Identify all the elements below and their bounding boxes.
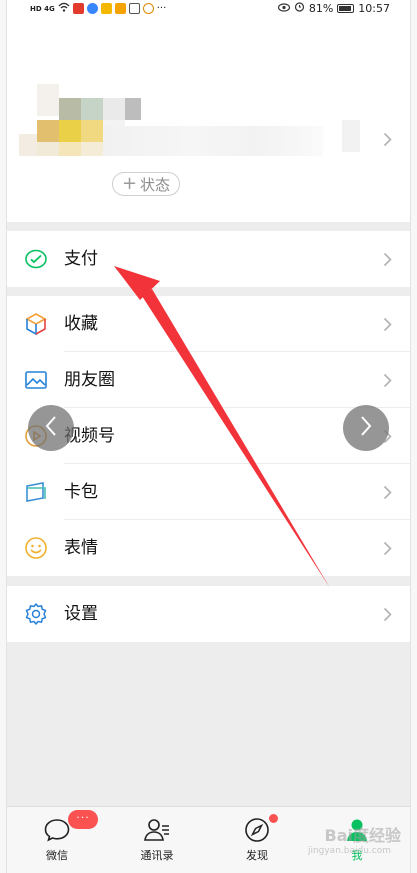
chevron-right-icon	[383, 317, 392, 332]
add-status-button[interactable]: + 状态	[112, 172, 180, 196]
next-image-button[interactable]	[343, 405, 389, 451]
status-bar: HD 4G ··· 81% 10:57	[7, 0, 410, 16]
chevron-right-icon	[383, 485, 392, 500]
alarm-icon	[294, 1, 305, 15]
chevron-right-icon	[383, 252, 392, 267]
menu-group-settings: 设置	[7, 586, 410, 642]
watermark-url: jingyan.baidu.com	[307, 846, 391, 856]
menu-item-card-wallet[interactable]: 卡包	[7, 464, 410, 520]
more-notifications-icon: ···	[156, 3, 167, 14]
chevron-right-icon	[383, 373, 392, 388]
menu-item-favorites[interactable]: 收藏	[7, 296, 410, 352]
sticker-smile-icon	[24, 536, 48, 560]
menu-item-label: 设置	[64, 604, 98, 624]
profile-header[interactable]: + 状态	[7, 16, 410, 222]
tab-chats[interactable]: ··· 微信	[17, 807, 98, 873]
tab-label: 通讯录	[140, 849, 174, 862]
app-notification-icon	[128, 3, 140, 14]
screenshot-frame-right	[410, 0, 417, 873]
eye-icon	[277, 2, 290, 15]
tab-discover[interactable]: 发现	[217, 807, 297, 873]
chevron-right-icon	[383, 607, 392, 622]
wechat-pay-icon	[24, 247, 48, 271]
discover-red-dot	[269, 814, 278, 823]
app-notification-icon	[86, 3, 98, 14]
tab-contacts[interactable]: 通讯录	[117, 807, 197, 873]
contacts-icon	[143, 816, 171, 844]
clock: 10:57	[358, 1, 390, 15]
chat-bubble-icon	[43, 816, 71, 844]
menu-item-label: 卡包	[64, 482, 98, 502]
moments-photo-icon	[24, 368, 48, 392]
menu-item-settings[interactable]: 设置	[7, 586, 410, 642]
menu-item-label: 收藏	[64, 314, 98, 334]
card-wallet-icon	[24, 480, 48, 504]
profile-chevron-right-icon	[383, 132, 392, 147]
menu-item-label: 表情	[64, 538, 98, 558]
wifi-icon	[58, 2, 70, 15]
status-icons-right: 81% 10:57	[277, 1, 390, 15]
menu-group-pay: 支付	[7, 231, 410, 287]
menu-item-label: 朋友圈	[64, 370, 115, 390]
battery-icon	[337, 3, 355, 13]
menu-item-stickers[interactable]: 表情	[7, 520, 410, 576]
battery-percent: 81%	[308, 1, 334, 15]
tab-label: 发现	[246, 849, 268, 862]
screenshot-frame-left	[0, 0, 7, 873]
app-notification-icon	[142, 3, 154, 14]
plus-icon: +	[121, 173, 138, 194]
settings-gear-icon	[24, 602, 48, 626]
watermark-brand: Bai度经验	[324, 826, 401, 845]
menu-item-pay[interactable]: 支付	[7, 231, 410, 287]
menu-item-moments[interactable]: 朋友圈	[7, 352, 410, 408]
app-notification-icon	[114, 3, 126, 14]
chevron-right-icon	[383, 541, 392, 556]
previous-image-button[interactable]	[28, 405, 74, 451]
app-notification-icon	[100, 3, 112, 14]
chevron-right-icon	[359, 415, 373, 441]
status-icons-left: HD 4G ···	[30, 2, 166, 15]
compass-icon	[243, 816, 271, 844]
menu-item-label: 支付	[64, 249, 98, 269]
chevron-left-icon	[44, 415, 58, 441]
favorites-cube-icon	[24, 312, 48, 336]
status-button-label: 状态	[140, 175, 171, 194]
network-indicator: HD 4G	[30, 4, 55, 13]
app-notification-icon	[72, 3, 84, 14]
tab-label: 微信	[46, 849, 68, 862]
unread-badge: ···	[68, 810, 98, 829]
